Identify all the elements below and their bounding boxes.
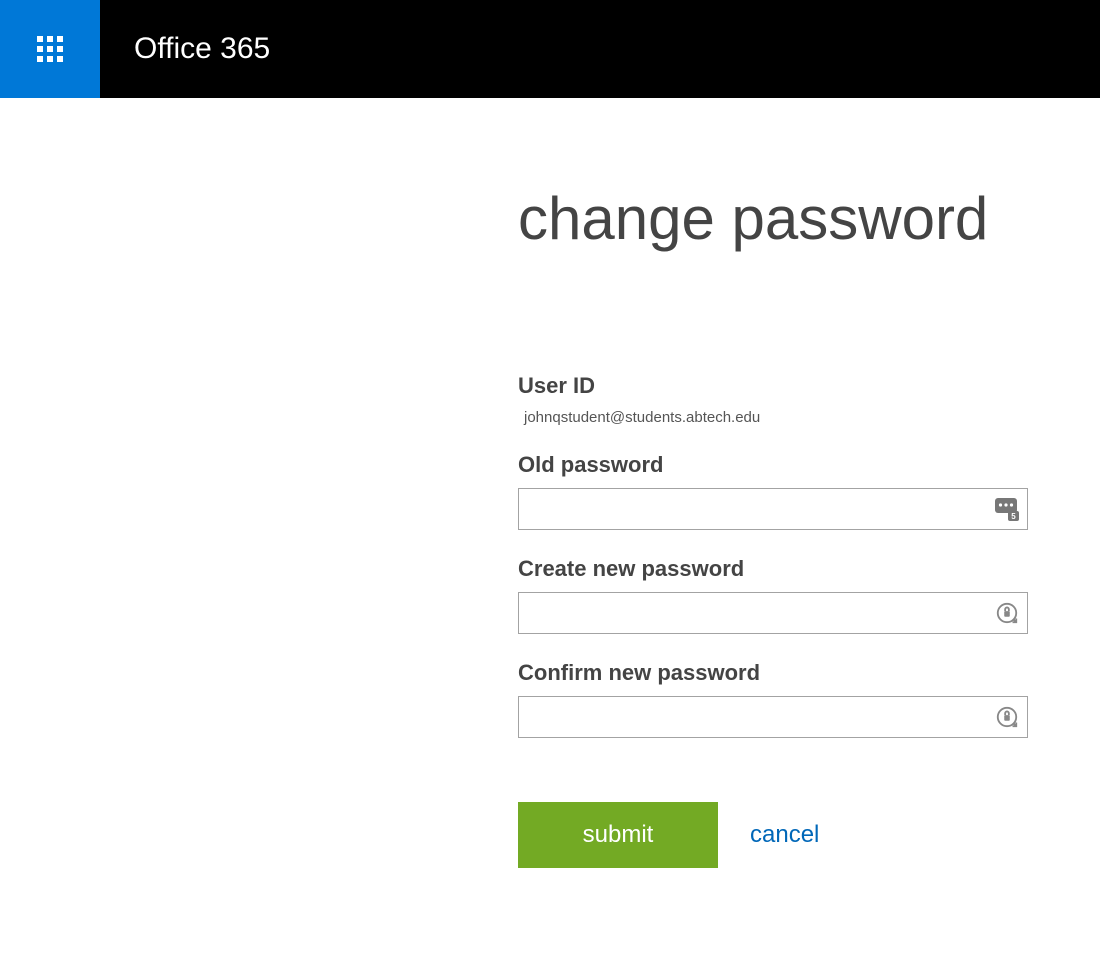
generate-password-icon[interactable] [994,704,1020,730]
app-title: Office 365 [134,32,270,66]
main-content: change password User ID johnqstudent@stu… [0,98,1100,868]
old-password-input[interactable] [518,488,1028,530]
form-actions: submit cancel [518,802,1028,868]
header-bar: Office 365 [0,0,1100,98]
generate-password-icon[interactable] [994,600,1020,626]
password-manager-icon: 5 [994,496,1020,522]
svg-text:5: 5 [1011,512,1016,521]
new-password-input[interactable] [518,592,1028,634]
submit-button[interactable]: submit [518,802,718,868]
old-password-label: Old password [518,452,1028,478]
app-launcher-button[interactable] [0,0,100,98]
old-password-group: Old password 5 [518,452,1028,530]
user-id-group: User ID johnqstudent@students.abtech.edu [518,373,1028,426]
change-password-form: User ID johnqstudent@students.abtech.edu… [518,373,1028,868]
cancel-link[interactable]: cancel [750,821,819,849]
waffle-icon [37,36,63,62]
user-id-value: johnqstudent@students.abtech.edu [518,409,1028,426]
confirm-password-input[interactable] [518,696,1028,738]
confirm-password-group: Confirm new password [518,660,1028,738]
page-title: change password [518,184,1100,253]
new-password-label: Create new password [518,556,1028,582]
new-password-group: Create new password [518,556,1028,634]
confirm-password-label: Confirm new password [518,660,1028,686]
user-id-label: User ID [518,373,1028,399]
